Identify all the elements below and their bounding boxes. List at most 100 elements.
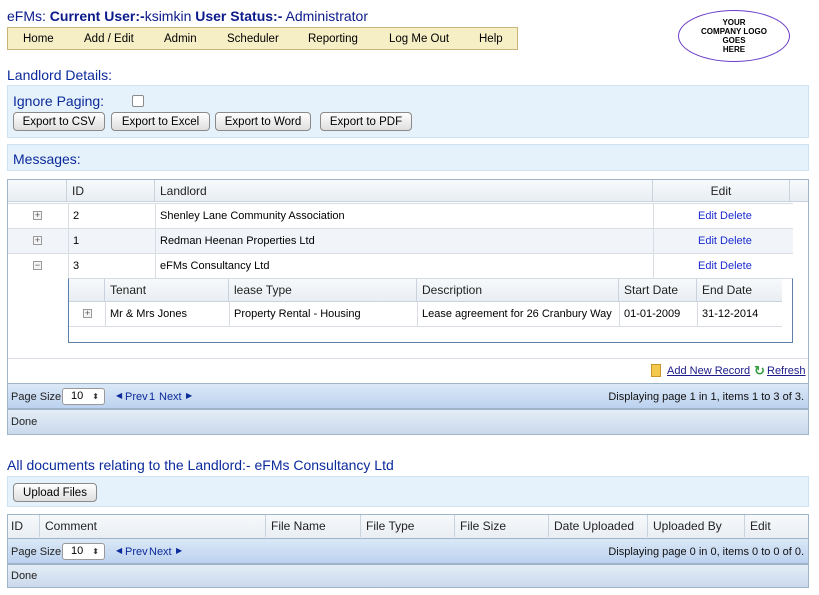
pager-display-text: Displaying page 1 in 1, items 1 to 3 of … [608,391,804,403]
expand-icon[interactable]: + [83,309,92,318]
expand-icon[interactable]: + [33,211,42,220]
documents-pager: Page Size: 10 ⬍ ◀ Prev Next ▶ Displaying … [8,538,808,564]
current-user-name: ksimkin [144,8,192,24]
row-tenant: Mr & Mrs Jones [105,302,187,326]
next-page-link[interactable]: Next [149,546,172,558]
row-id: 1 [68,229,79,253]
page-size-label: Page Size: [11,546,65,558]
user-status-label: User Status:- [195,8,283,24]
column-header-lease-type[interactable]: lease Type [229,279,417,301]
menu-item-reporting[interactable]: Reporting [308,33,358,45]
page-size-select[interactable]: 10 ⬍ [62,388,105,405]
table-row: + 1 Redman Heenan Properties Ltd Edit De… [8,228,793,253]
current-user-label: Current User:- [49,8,145,24]
tenant-detail-table: Tenant lease Type Description Start Date… [68,278,793,343]
prev-arrow-icon[interactable]: ◀ [116,391,122,400]
menu-item-scheduler[interactable]: Scheduler [227,33,279,45]
expand-icon[interactable]: + [33,236,42,245]
column-header-end-date[interactable]: End Date [697,279,782,301]
grid-status-bar: Done [8,409,808,434]
column-header-comment[interactable]: Comment [40,515,266,537]
prev-page-link[interactable]: Prev [125,546,148,558]
row-id: 2 [68,204,79,228]
table-row: − 3 eFMs Consultancy Ltd Edit Delete [8,253,793,278]
select-arrows-icon: ⬍ [92,547,99,556]
export-csv-button[interactable]: Export to CSV [13,112,105,131]
column-header-landlord[interactable]: Landlord [155,180,653,202]
column-header-id[interactable]: ID [8,515,40,537]
column-header-description[interactable]: Description [417,279,619,301]
prev-arrow-icon[interactable]: ◀ [116,546,122,555]
column-header-file-name[interactable]: File Name [266,515,361,537]
row-landlord: Redman Heenan Properties Ltd [155,229,315,253]
table-row: + 2 Shenley Lane Community Association E… [8,203,793,228]
export-panel: Ignore Paging: Export to CSV Export to E… [7,85,809,138]
column-header-edit: Edit [750,519,771,533]
next-arrow-icon[interactable]: ▶ [186,391,192,400]
documents-grid: ID Comment File Name File Type File Size… [7,514,809,588]
user-status-value: Administrator [285,8,368,24]
delete-link[interactable]: Delete [720,210,752,222]
column-header-start-date[interactable]: Start Date [619,279,697,301]
grid-pager: Page Size: 10 ⬍ ◀ Prev 1 Next ▶ Displayin… [8,383,808,409]
expand-column-header [8,180,67,202]
company-logo: YOUR COMPANY LOGO GOES HERE [678,10,790,62]
menu-item-help[interactable]: Help [479,33,503,45]
grid-header: ID Landlord Edit [8,180,808,202]
column-header-tenant[interactable]: Tenant [105,279,229,301]
status-text: Done [11,570,38,582]
export-excel-button[interactable]: Export to Excel [111,112,210,131]
export-word-button[interactable]: Export to Word [215,112,311,131]
detail-expand-column-header [69,279,105,301]
page-size-select[interactable]: 10 ⬍ [62,543,105,560]
row-landlord: Shenley Lane Community Association [155,204,345,228]
next-arrow-icon[interactable]: ▶ [176,546,182,555]
menu-item-admin[interactable]: Admin [164,33,197,45]
status-text: Done [11,416,38,428]
column-header-id[interactable]: ID [67,180,155,202]
logo-line: YOUR [722,18,746,27]
grid-divider [8,358,808,359]
add-new-record-link[interactable]: Add New Record [667,365,750,377]
upload-panel: Upload Files [7,476,809,507]
ignore-paging-label: Ignore Paging: [13,93,105,109]
collapse-icon[interactable]: − [33,261,42,270]
refresh-link[interactable]: Refresh [767,365,806,377]
column-header-date-uploaded[interactable]: Date Uploaded [549,515,648,537]
current-page-number[interactable]: 1 [149,391,155,403]
logo-line: COMPANY LOGO [701,27,767,36]
logo-line: HERE [722,45,746,54]
page-size-label: Page Size: [11,391,65,403]
add-record-icon[interactable] [651,364,661,377]
edit-link[interactable]: Edit [698,260,717,272]
delete-link[interactable]: Delete [720,260,752,272]
ignore-paging-checkbox[interactable] [132,95,144,107]
row-id: 3 [68,254,79,278]
menu-item-home[interactable]: Home [23,33,54,45]
export-pdf-button[interactable]: Export to PDF [320,112,412,131]
app-name: eFMs: [7,8,46,24]
menu-item-log-me-out[interactable]: Log Me Out [389,33,449,45]
delete-link[interactable]: Delete [720,235,752,247]
landlord-details-title: Landlord Details: [7,67,113,83]
messages-panel: Messages: [7,144,809,171]
logo-line: GOES [722,36,746,45]
main-menu: Home Add / Edit Admin Scheduler Reportin… [7,27,518,50]
select-arrows-icon: ⬍ [92,392,99,401]
edit-link[interactable]: Edit [698,210,717,222]
column-header-file-size[interactable]: File Size [455,515,549,537]
row-description: Lease agreement for 26 Cranbury Way [417,302,612,326]
menu-item-add-edit[interactable]: Add / Edit [84,33,134,45]
landlord-grid: ID Landlord Edit + 2 Shenley Lane Commun… [7,179,809,435]
upload-files-button[interactable]: Upload Files [13,483,97,502]
column-header-uploaded-by[interactable]: Uploaded By [648,515,745,537]
documents-title: All documents relating to the Landlord:-… [7,457,394,473]
column-header-file-type[interactable]: File Type [361,515,455,537]
next-page-link[interactable]: Next [159,391,182,403]
prev-page-link[interactable]: Prev [125,391,148,403]
column-header-edit: Edit [653,180,790,202]
row-end-date: 31-12-2014 [697,302,758,326]
edit-link[interactable]: Edit [698,235,717,247]
row-start-date: 01-01-2009 [619,302,680,326]
refresh-icon[interactable]: ↻ [754,363,765,379]
